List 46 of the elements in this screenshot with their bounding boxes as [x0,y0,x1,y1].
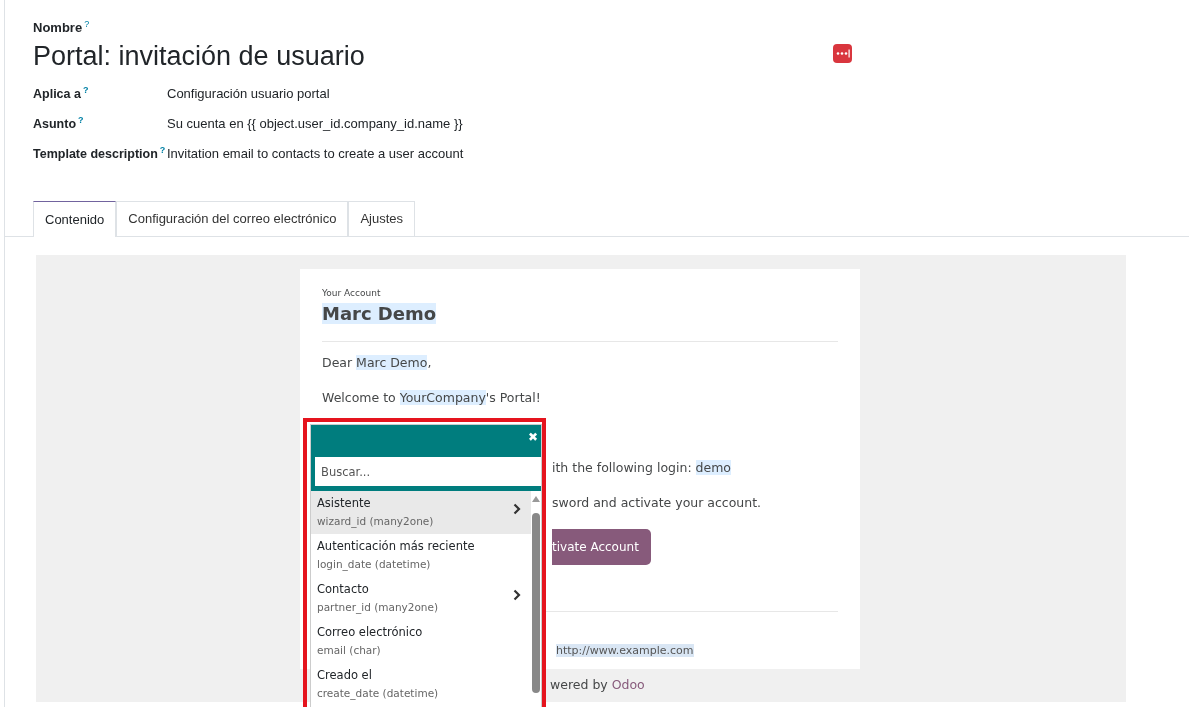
field-technical-name: email (char) [317,643,381,659]
scrollbar-thumb[interactable] [532,513,541,693]
chevron-right-icon[interactable] [513,589,522,601]
odoo-link[interactable]: Odoo [611,676,645,692]
field-label: Nombre [33,20,83,36]
more-icon[interactable] [833,44,852,63]
field-list-item[interactable]: Autenticación más reciente login_date (datetime) [311,534,532,577]
field-label-text: Contacto [317,581,369,598]
field-list-item[interactable]: Correo electrónico email (char) [311,620,532,663]
field-value[interactable]: Invitation email to contacts to create a user account [167,144,464,164]
field-value[interactable]: Configuración usuario portal [167,84,330,104]
activate-account-button[interactable]: tivate Account [552,529,651,566]
close-icon[interactable]: ✖ [527,431,538,443]
help-icon[interactable]: ? [159,145,166,156]
email-text: sword and activate your account. [552,494,762,513]
email-kicker: Your Account [322,286,382,300]
tab[interactable]: Ajustes [348,201,416,236]
field-label: Aplica a [33,87,81,102]
record-title[interactable]: Portal: invitación de usuario [33,39,1189,73]
field-label: Asunto [33,117,77,132]
field-label-text: Asistente [317,495,371,512]
field-label: Template description [33,147,158,162]
field-value[interactable]: Su cuenta en {{ object.user_id.company_id.name }} [167,114,463,134]
chevron-right-icon[interactable] [513,503,522,515]
field-technical-name: partner_id (many2one) [317,600,439,616]
help-icon[interactable]: ? [82,85,89,96]
help-icon[interactable]: ? [78,115,84,126]
tab[interactable]: Contenido [33,201,117,237]
field-label-text: Creado el [317,667,372,684]
field-technical-name: login_date (datetime) [317,557,431,573]
field-technical-name: wizard_id (many2one) [317,514,434,530]
field-list-item[interactable]: Contacto partner_id (many2one) [311,577,532,620]
field-list-item[interactable]: Asistente wizard_id (many2one) [311,491,532,534]
search-field[interactable]: Buscar... [311,452,541,491]
email-heading: Marc Demo [322,303,437,325]
email-text: Dear Marc Demo, [322,354,432,373]
help-icon[interactable]: ? [84,19,90,29]
footer-text: wered by Odoo [550,675,646,694]
field-label-text: Autenticación más reciente [317,538,475,555]
email-text: ith the following login: demo [552,459,731,478]
field-technical-name: create_date (datetime) [317,686,439,702]
field-list-item[interactable]: Creado el create_date (datetime) [311,663,532,706]
field-label-text: Correo electrónico [317,624,423,641]
scroll-up-icon[interactable] [531,495,542,502]
tab[interactable]: Configuración del correo electrónico [116,201,349,236]
url-text: http://www.example.com [556,644,694,658]
